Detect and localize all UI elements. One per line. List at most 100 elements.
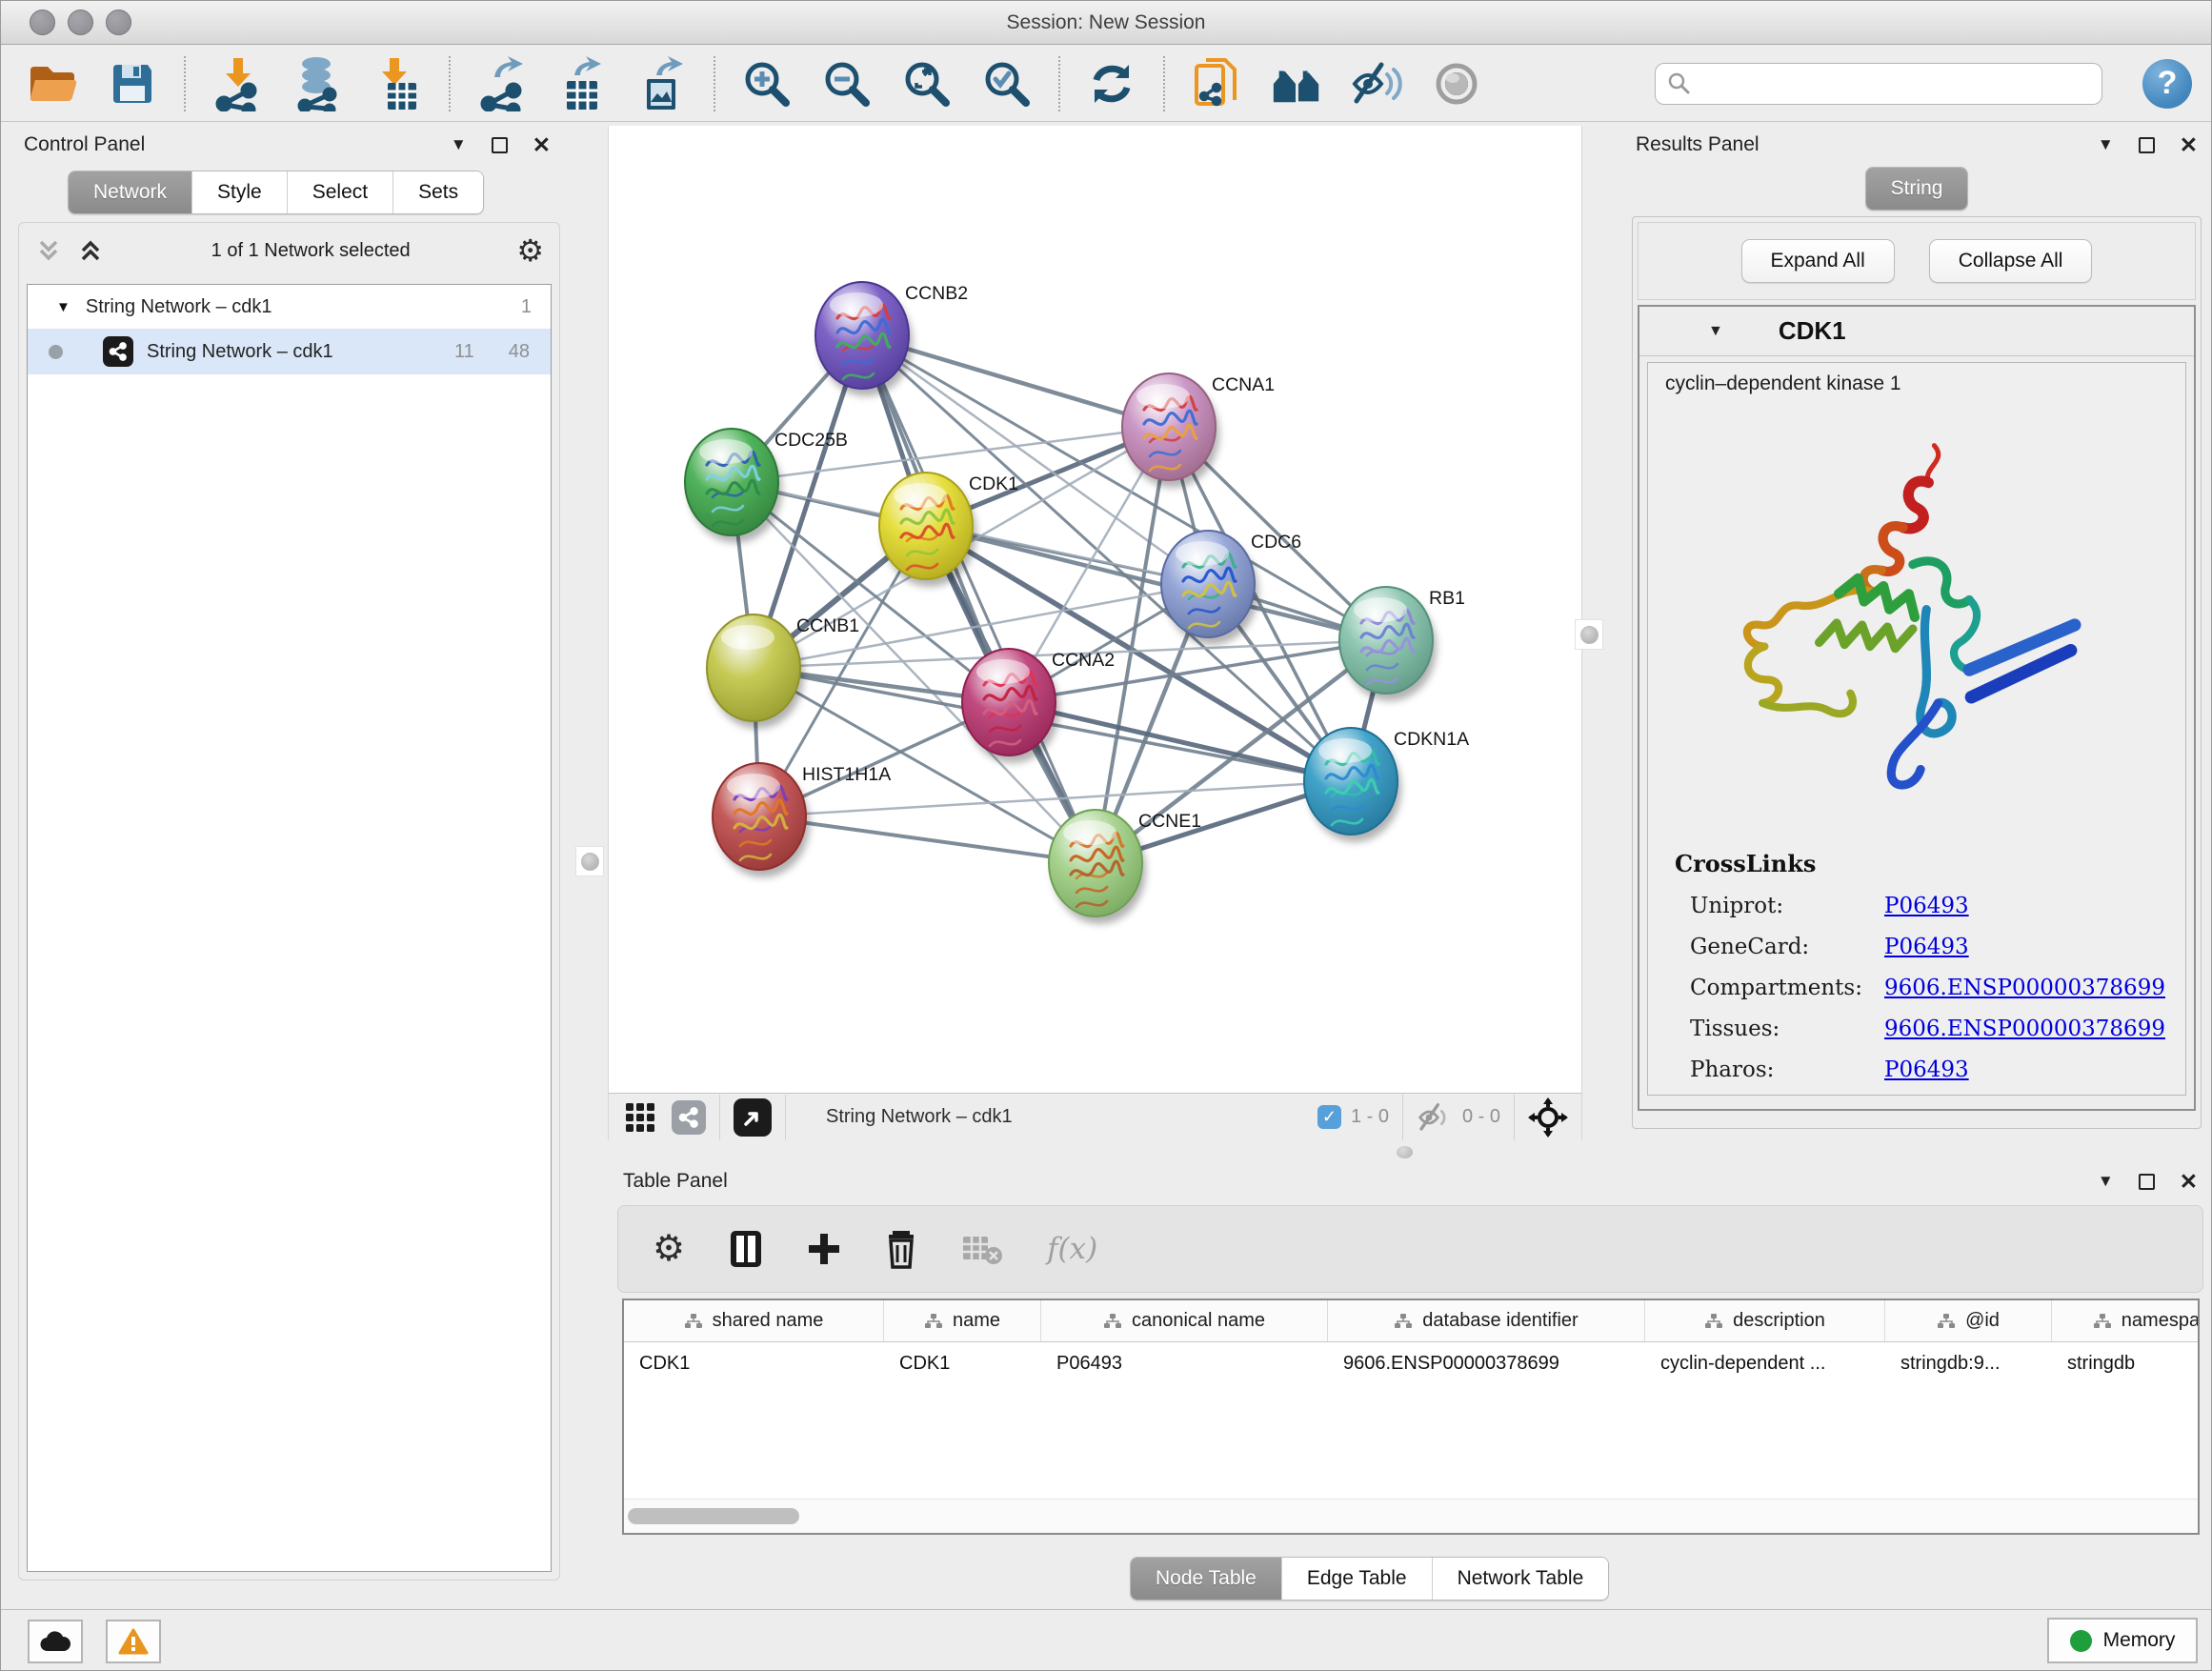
export-network-icon[interactable] <box>475 56 529 111</box>
memory-button[interactable]: Memory <box>2047 1618 2198 1663</box>
network-edge-CCNB2-CCNE1[interactable] <box>862 335 1096 863</box>
column-header-database-identifier[interactable]: database identifier <box>1328 1300 1645 1341</box>
network-node-CDC6[interactable]: CDC6 <box>1161 531 1301 645</box>
table-cell[interactable]: 9606.ENSP00000378699 <box>1328 1342 1645 1384</box>
network-node-CCNB1[interactable]: CCNB1 <box>707 614 859 729</box>
column-header--id[interactable]: @id <box>1885 1300 2052 1341</box>
crosslink-link[interactable]: P06493 <box>1884 935 1969 959</box>
collapse-all-icon[interactable] <box>34 236 63 265</box>
expand-all-button[interactable]: Expand All <box>1741 239 1895 283</box>
node-label-CCNB1: CCNB1 <box>796 615 859 636</box>
tab-node-table[interactable]: Node Table <box>1131 1558 1282 1600</box>
search-field[interactable] <box>1655 63 2102 105</box>
column-header-name[interactable]: name <box>884 1300 1041 1341</box>
table-cell[interactable]: P06493 <box>1041 1342 1328 1384</box>
panel-close-icon[interactable]: ✕ <box>533 132 551 158</box>
apply-layout-icon[interactable] <box>1085 56 1138 111</box>
network-node-CCNE1[interactable]: CCNE1 <box>1049 810 1201 924</box>
export-image-icon[interactable] <box>635 56 689 111</box>
zoom-fit-icon[interactable] <box>900 56 954 111</box>
hide-eye-icon[interactable] <box>1350 56 1403 111</box>
panel-close-icon[interactable]: ✕ <box>2180 132 2198 158</box>
network-node-CDC25B[interactable]: CDC25B <box>685 429 848 543</box>
crosslink-link[interactable]: P06493 <box>1884 1057 1969 1082</box>
grid-view-icon[interactable] <box>624 1101 656 1134</box>
search-input[interactable] <box>1692 71 2101 95</box>
collapse-all-button[interactable]: Collapse All <box>1929 239 2093 283</box>
panel-collapse-icon[interactable]: ▼ <box>2098 1172 2114 1191</box>
cloud-status-button[interactable] <box>28 1620 83 1663</box>
pan-crosshair-icon[interactable] <box>1528 1097 1568 1137</box>
section-header[interactable]: ▼ CDK1 <box>1639 307 2194 356</box>
table-cell[interactable]: CDK1 <box>624 1342 884 1384</box>
delete-column-icon[interactable] <box>885 1229 917 1269</box>
home-houses-icon[interactable] <box>1270 56 1323 111</box>
panel-float-icon[interactable] <box>492 137 508 153</box>
warning-status-button[interactable] <box>106 1620 161 1663</box>
tab-network-table[interactable]: Network Table <box>1433 1558 1609 1600</box>
selected-checkbox-icon[interactable]: ✓ <box>1317 1105 1341 1129</box>
network-collection-row[interactable]: ▼ String Network – cdk1 1 <box>28 285 551 329</box>
bottom-splitter-handle[interactable] <box>1397 1146 1413 1158</box>
open-folder-icon[interactable] <box>26 56 79 111</box>
tree-expand-icon[interactable]: ▼ <box>56 299 70 315</box>
birds-eye-view-icon[interactable] <box>734 1098 772 1137</box>
column-header-namespace[interactable]: namespace <box>2052 1300 2200 1341</box>
zoom-in-icon[interactable] <box>740 56 794 111</box>
crosslink-link[interactable]: P06493 <box>1884 894 1969 918</box>
panel-float-icon[interactable] <box>2139 137 2155 153</box>
column-header-description[interactable]: description <box>1645 1300 1885 1341</box>
table-cell[interactable]: CDK1 <box>884 1342 1041 1384</box>
eye-disabled-icon[interactable] <box>1430 56 1483 111</box>
import-table-icon[interactable] <box>371 56 424 111</box>
table-settings-icon[interactable]: ⚙ <box>653 1231 685 1267</box>
help-icon[interactable]: ? <box>2142 59 2192 109</box>
column-header-canonical-name[interactable]: canonical name <box>1041 1300 1328 1341</box>
hidden-eye-icon[interactable] <box>1417 1102 1453 1133</box>
tab-string[interactable]: String <box>1866 168 1968 210</box>
tab-style[interactable]: Style <box>192 171 288 213</box>
add-column-icon[interactable] <box>807 1232 841 1266</box>
table-cell[interactable]: stringdb <box>2052 1342 2200 1384</box>
crosslink-link[interactable]: 9606.ENSP00000378699 <box>1884 1017 2165 1041</box>
zoom-selected-icon[interactable] <box>980 56 1034 111</box>
import-database-icon[interactable] <box>291 56 344 111</box>
horizontal-scrollbar[interactable] <box>624 1499 2198 1533</box>
table-row[interactable]: CDK1CDK1P064939606.ENSP00000378699cyclin… <box>624 1342 2198 1384</box>
panel-collapse-icon[interactable]: ▼ <box>451 135 467 154</box>
network-node-CDKN1A[interactable]: CDKN1A <box>1304 728 1469 842</box>
column-header-shared-name[interactable]: shared name <box>624 1300 884 1341</box>
right-splitter-handle[interactable] <box>1575 619 1603 650</box>
network-share-icon[interactable] <box>672 1100 706 1135</box>
save-icon[interactable] <box>106 56 159 111</box>
network-node-CCNA2[interactable]: CCNA2 <box>962 649 1115 763</box>
left-splitter-handle[interactable] <box>575 846 604 876</box>
expand-all-icon[interactable] <box>76 236 105 265</box>
panel-collapse-icon[interactable]: ▼ <box>2098 135 2114 154</box>
panel-close-icon[interactable]: ✕ <box>2180 1169 2198 1195</box>
network-edge-CCNA2-CDKN1A[interactable] <box>1009 702 1351 781</box>
network-node-CCNA1[interactable]: CCNA1 <box>1122 373 1275 488</box>
zoom-out-icon[interactable] <box>820 56 874 111</box>
crosslink-link[interactable]: 9606.ENSP00000378699 <box>1884 976 2165 1000</box>
table-toolbar: ⚙ f(x) <box>617 1205 2203 1293</box>
gear-icon[interactable]: ⚙ <box>516 235 544 266</box>
network-row-selected[interactable]: String Network – cdk1 11 48 <box>28 329 551 374</box>
split-columns-icon[interactable] <box>729 1229 763 1269</box>
documents-share-icon[interactable] <box>1190 56 1243 111</box>
table-cell[interactable]: cyclin-dependent ... <box>1645 1342 1885 1384</box>
section-collapse-icon[interactable]: ▼ <box>1708 323 1723 340</box>
network-canvas[interactable]: CCNB2CCNA1CDC25BCDK1CDC6RB1CCNB1CCNA2CDK… <box>608 126 1582 1093</box>
tab-select[interactable]: Select <box>288 171 393 213</box>
scrollbar-thumb[interactable] <box>628 1508 799 1524</box>
network-node-CCNB2[interactable]: CCNB2 <box>815 282 968 396</box>
network-node-RB1[interactable]: RB1 <box>1339 587 1465 701</box>
table-cell[interactable]: stringdb:9... <box>1885 1342 2052 1384</box>
tab-edge-table[interactable]: Edge Table <box>1282 1558 1433 1600</box>
tab-network[interactable]: Network <box>69 171 192 213</box>
export-table-icon[interactable] <box>555 56 609 111</box>
tab-sets[interactable]: Sets <box>393 171 483 213</box>
import-network-icon[interactable] <box>211 56 264 111</box>
network-node-HIST1H1A[interactable]: HIST1H1A <box>713 763 891 877</box>
panel-float-icon[interactable] <box>2139 1174 2155 1190</box>
